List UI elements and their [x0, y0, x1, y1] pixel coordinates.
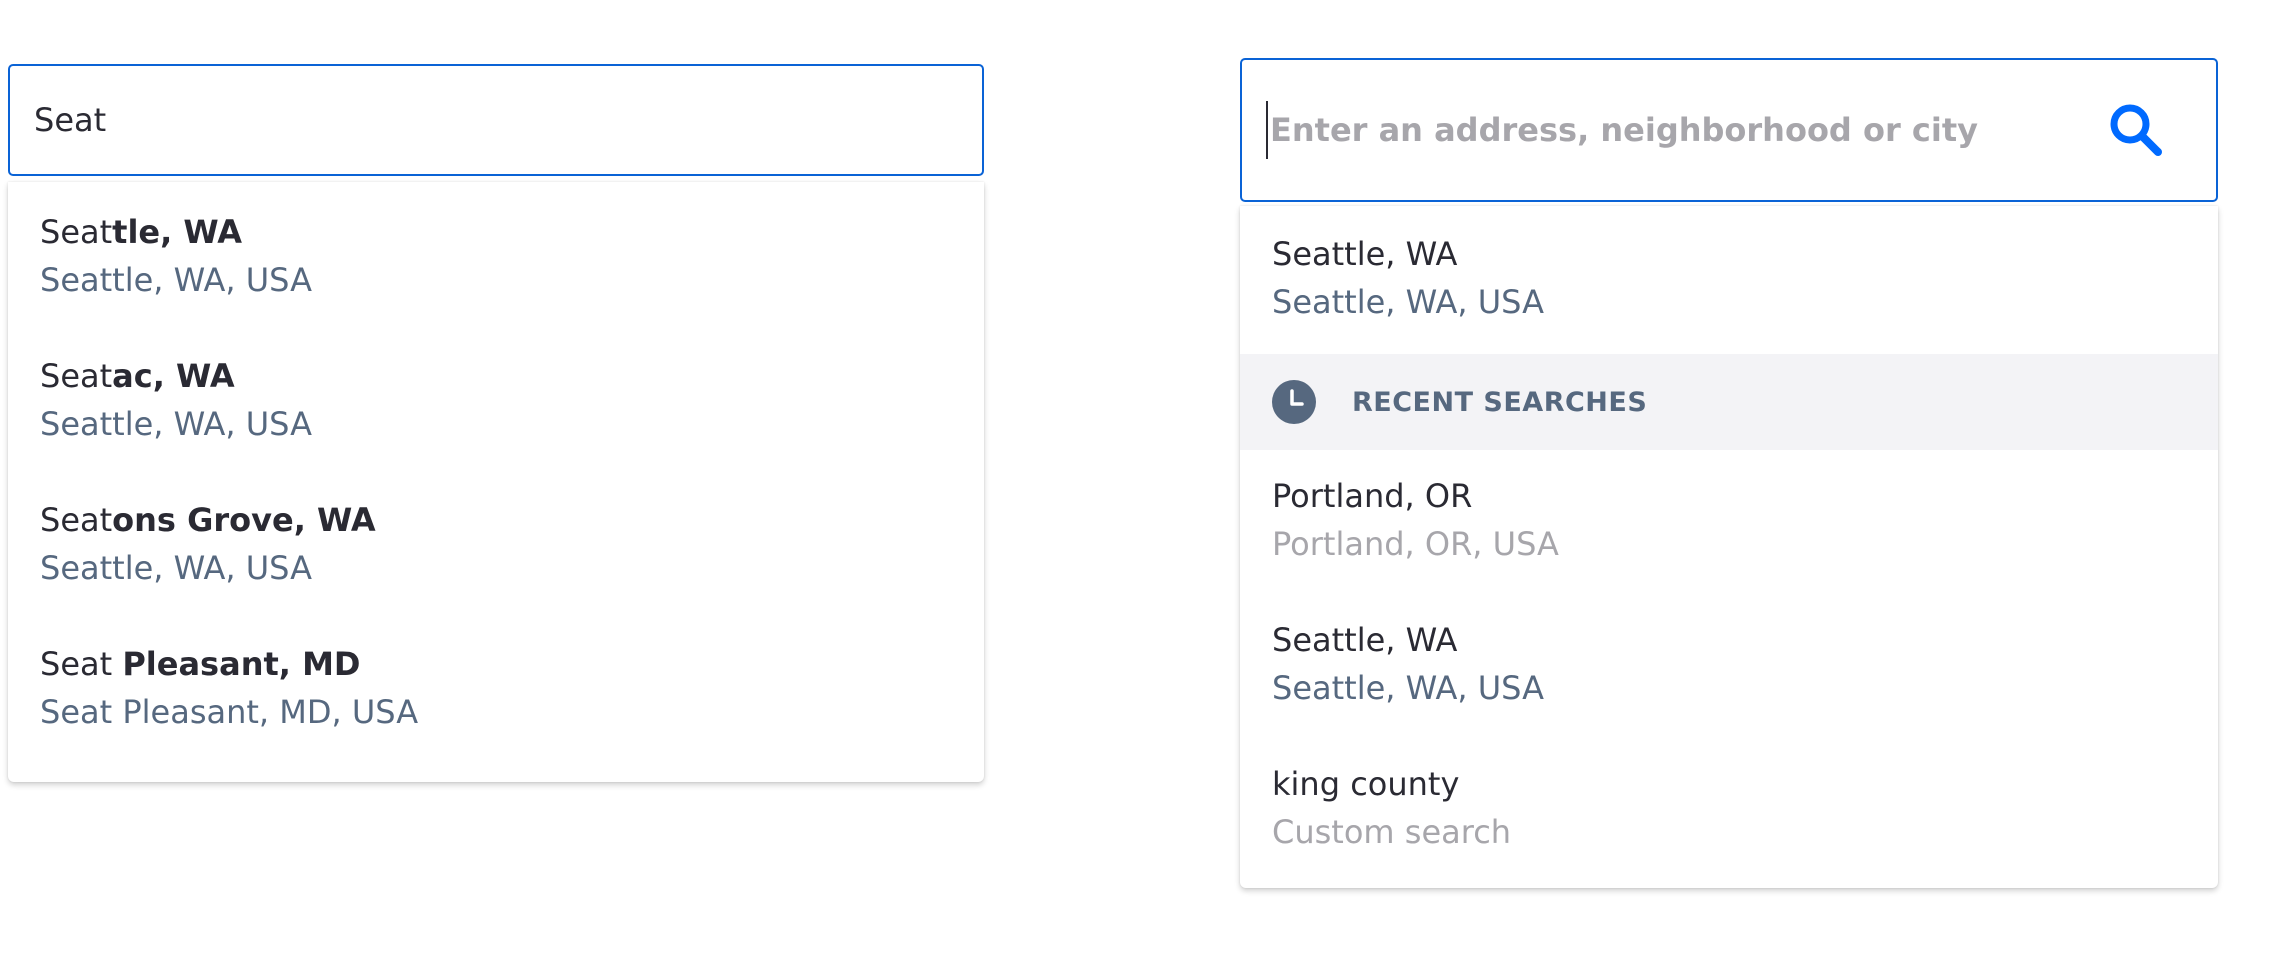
suggestion-title: Seat Pleasant, MD — [40, 645, 361, 683]
clock-icon — [1272, 380, 1316, 424]
text-caret — [1266, 101, 1268, 159]
suggestion-title: Seatons Grove, WA — [40, 501, 376, 539]
search-input-value[interactable]: Seat — [34, 101, 958, 139]
recent-searches-label: RECENT SEARCHES — [1352, 386, 1648, 418]
recent-item-seattle[interactable]: Seattle, WA Seattle, WA, USA — [1240, 594, 2218, 738]
recent-subtitle: Seattle, WA, USA — [1272, 669, 1544, 707]
search-input[interactable]: Enter an address, neighborhood or city — [1240, 58, 2218, 202]
suggestion-list: Seattle, WA Seattle, WA, USA Seatac, WA … — [8, 182, 984, 782]
suggestion-item-seattle[interactable]: Seattle, WA Seattle, WA, USA — [8, 206, 984, 350]
right-search-widget: Enter an address, neighborhood or city S… — [1240, 58, 2218, 888]
recent-item-king-county[interactable]: king county Custom search — [1240, 738, 2218, 888]
left-search-widget: Seat Seattle, WA Seattle, WA, USA Seatac… — [8, 64, 984, 782]
suggestion-item-seatons-grove[interactable]: Seatons Grove, WA Seattle, WA, USA — [8, 494, 984, 638]
suggestion-subtitle: Seattle, WA, USA — [40, 405, 312, 443]
suggestion-title: Seattle, WA — [1272, 235, 1458, 273]
search-icon[interactable] — [2104, 98, 2168, 162]
suggestion-item-seatac[interactable]: Seatac, WA Seattle, WA, USA — [8, 350, 984, 494]
recent-searches-header: RECENT SEARCHES — [1240, 354, 2218, 450]
suggestion-item-seat-pleasant[interactable]: Seat Pleasant, MD Seat Pleasant, MD, USA — [8, 638, 984, 760]
suggestion-title: Seattle, WA — [40, 213, 243, 251]
search-placeholder: Enter an address, neighborhood or city — [1270, 111, 1978, 149]
suggestion-subtitle: Seattle, WA, USA — [1272, 283, 1544, 321]
search-input[interactable]: Seat — [8, 64, 984, 176]
recent-title: Portland, OR — [1272, 477, 1473, 515]
recent-item-portland[interactable]: Portland, OR Portland, OR, USA — [1240, 450, 2218, 594]
suggestion-item-seattle[interactable]: Seattle, WA Seattle, WA, USA — [1240, 206, 2218, 354]
suggestion-subtitle: Seat Pleasant, MD, USA — [40, 693, 419, 731]
recent-subtitle: Portland, OR, USA — [1272, 525, 1559, 563]
suggestion-list: Seattle, WA Seattle, WA, USA RECENT SEAR… — [1240, 206, 2218, 888]
recent-subtitle: Custom search — [1272, 813, 1512, 851]
suggestion-title: Seatac, WA — [40, 357, 235, 395]
suggestion-subtitle: Seattle, WA, USA — [40, 261, 312, 299]
recent-title: king county — [1272, 765, 1460, 803]
recent-title: Seattle, WA — [1272, 621, 1458, 659]
suggestion-subtitle: Seattle, WA, USA — [40, 549, 312, 587]
